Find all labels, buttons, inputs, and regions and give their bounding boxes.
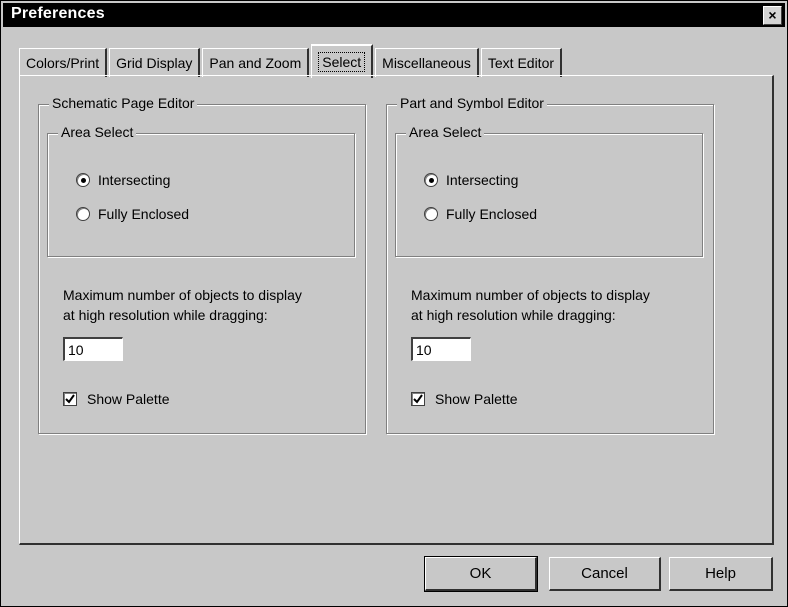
tab-label: Text Editor [487, 55, 555, 71]
radio-label: Intersecting [98, 172, 171, 188]
radio-circle [76, 207, 90, 221]
checkbox-box [63, 392, 77, 406]
checkbox-box [411, 392, 425, 406]
group-title: Schematic Page Editor [49, 95, 198, 111]
radio-intersecting[interactable]: Intersecting [424, 172, 518, 188]
radio-label: Fully Enclosed [446, 206, 538, 222]
area-select-group: Area Select Intersecting Fully Enclosed [47, 124, 355, 257]
title-bar[interactable]: Preferences × [3, 3, 785, 27]
tab-select[interactable]: Select [311, 44, 374, 78]
ok-button[interactable]: OK [424, 556, 538, 592]
checkbox-label: Show Palette [435, 391, 518, 407]
radio-intersecting[interactable]: Intersecting [76, 172, 170, 188]
area-select-title: Area Select [58, 124, 137, 140]
radio-circle [424, 173, 438, 187]
tab-colors-print[interactable]: Colors/Print [19, 48, 108, 77]
tab-label: Colors/Print [26, 55, 100, 71]
radio-label: Intersecting [446, 172, 519, 188]
tab-label: Select [318, 52, 366, 72]
max-objects-label: Maximum number of objects to display at … [411, 287, 650, 323]
radio-circle [76, 173, 90, 187]
tab-text-editor[interactable]: Text Editor [480, 48, 563, 77]
help-button[interactable]: Help [669, 557, 773, 591]
cancel-button[interactable]: Cancel [549, 557, 661, 591]
show-palette-checkbox[interactable]: Show Palette [63, 391, 170, 407]
tab-label: Miscellaneous [382, 55, 471, 71]
radio-fully-enclosed[interactable]: Fully Enclosed [424, 206, 537, 222]
tab-miscellaneous[interactable]: Miscellaneous [375, 48, 479, 77]
show-palette-checkbox[interactable]: Show Palette [411, 391, 518, 407]
max-objects-field[interactable]: 10 [411, 337, 471, 361]
tab-label: Pan and Zoom [209, 55, 302, 71]
schematic-page-editor-group: Schematic Page Editor Area Select Inters… [38, 95, 366, 434]
window-title: Preferences [11, 5, 105, 22]
tab-grid-display[interactable]: Grid Display [109, 48, 201, 77]
max-objects-label: Maximum number of objects to display at … [63, 287, 302, 323]
tab-label: Grid Display [116, 55, 193, 71]
check-icon [65, 394, 75, 404]
radio-circle [424, 207, 438, 221]
close-icon[interactable]: × [763, 6, 782, 25]
area-select-group: Area Select Intersecting Fully Enclosed [395, 124, 703, 257]
area-select-title: Area Select [406, 124, 485, 140]
radio-fully-enclosed[interactable]: Fully Enclosed [76, 206, 189, 222]
tab-panel: Schematic Page Editor Area Select Inters… [19, 75, 774, 545]
radio-label: Fully Enclosed [98, 206, 190, 222]
tab-strip: Colors/Print Grid Display Pan and Zoom S… [19, 43, 564, 78]
check-icon [413, 394, 423, 404]
max-objects-field[interactable]: 10 [63, 337, 123, 361]
checkbox-label: Show Palette [87, 391, 170, 407]
preferences-dialog: Preferences × Colors/Print Grid Display … [0, 0, 788, 607]
group-title: Part and Symbol Editor [397, 95, 547, 111]
tab-pan-and-zoom[interactable]: Pan and Zoom [202, 48, 310, 77]
part-and-symbol-editor-group: Part and Symbol Editor Area Select Inter… [386, 95, 714, 434]
